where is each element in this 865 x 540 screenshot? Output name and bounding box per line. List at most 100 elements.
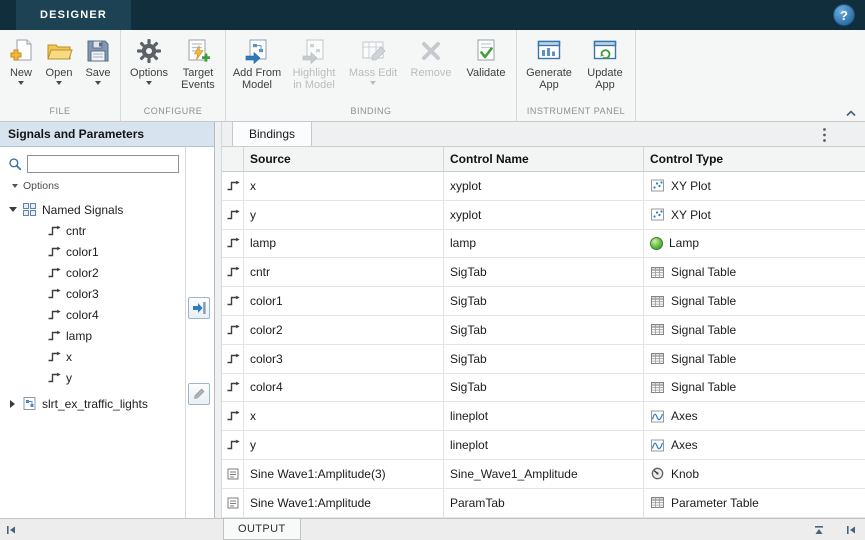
column-header-source[interactable]: Source [244, 147, 444, 171]
row-source: color2 [244, 316, 444, 344]
tree-item-label: cntr [66, 224, 86, 238]
table-row[interactable]: color2 SigTab Signal Table [222, 316, 865, 345]
table-row[interactable]: color3 SigTab Signal Table [222, 345, 865, 374]
tree-item-named-signals[interactable]: Named Signals [0, 199, 185, 220]
update-app-button[interactable]: Update App [578, 30, 632, 104]
column-header-control-name[interactable]: Control Name [444, 147, 644, 171]
signal-icon [226, 438, 240, 452]
row-control-name: xyplot [444, 201, 644, 229]
signal-table-icon [650, 322, 665, 337]
ribbon-section-label: FILE [3, 104, 117, 121]
expander-open-icon[interactable] [9, 207, 17, 212]
signal-table-icon [650, 380, 665, 395]
expander-closed-icon[interactable] [10, 400, 15, 408]
tree-item-signal[interactable]: color4 [0, 304, 185, 325]
add-from-model-button[interactable]: Add From Model [229, 30, 285, 104]
save-button[interactable]: Save [79, 30, 117, 104]
tree-item-signal[interactable]: color2 [0, 262, 185, 283]
chevron-down-icon [18, 81, 24, 85]
signal-icon [226, 380, 240, 394]
tab-bindings[interactable]: Bindings [232, 121, 312, 146]
tree-item-signal[interactable]: x [0, 346, 185, 367]
sidebar-gutter [186, 147, 214, 518]
signal-icon [226, 236, 240, 250]
ribbon-section-label: BINDING [229, 104, 513, 121]
highlight-in-model-button[interactable]: Highlight in Model [285, 30, 343, 104]
tab-designer[interactable]: DESIGNER [16, 0, 131, 30]
bindings-tab-bar: Bindings [222, 122, 865, 147]
xy-plot-icon [650, 178, 665, 193]
row-source: Sine Wave1:Amplitude(3) [244, 460, 444, 488]
target-events-button[interactable]: Target Events [174, 30, 222, 104]
collapse-up-icon[interactable] [813, 524, 825, 536]
table-row[interactable]: x xyplot XY Plot [222, 172, 865, 201]
row-source: Sine Wave1:Amplitude [244, 489, 444, 517]
table-row[interactable]: color4 SigTab Signal Table [222, 374, 865, 403]
row-control-name: xyplot [444, 172, 644, 200]
row-control-type: Parameter Table [671, 496, 759, 510]
search-input[interactable] [27, 155, 179, 173]
add-binding-button[interactable] [188, 297, 210, 319]
ribbon-section-file: New Open Save FILE [0, 30, 121, 121]
table-row[interactable]: x lineplot Axes [222, 402, 865, 431]
row-control-name: Sine_Wave1_Amplitude [444, 460, 644, 488]
top-tab-bar: DESIGNER ? [0, 0, 865, 30]
new-button[interactable]: New [3, 30, 39, 104]
table-row[interactable]: y xyplot XY Plot [222, 201, 865, 230]
row-control-type: XY Plot [671, 208, 711, 222]
tree-item-label: color3 [66, 287, 99, 301]
tree-item-signal[interactable]: color1 [0, 241, 185, 262]
chevron-down-icon [370, 81, 376, 85]
search-options-dropdown[interactable]: Options [0, 177, 185, 199]
validate-button[interactable]: Validate [459, 30, 513, 104]
tree-item-label: x [66, 350, 72, 364]
target-events-icon [184, 37, 212, 65]
row-source: x [244, 172, 444, 200]
tree-item-signal[interactable]: y [0, 367, 185, 388]
open-button[interactable]: Open [39, 30, 79, 104]
edit-binding-button[interactable] [188, 383, 210, 405]
remove-button[interactable]: Remove [403, 30, 459, 104]
collapse-right-icon[interactable] [845, 524, 857, 536]
row-control-name: lamp [444, 230, 644, 258]
bind-arrow-icon [191, 300, 207, 316]
table-row[interactable]: lamp lamp Lamp [222, 230, 865, 259]
row-control-name: lineplot [444, 431, 644, 459]
ribbon-section-binding: Add From Model Highlight in Model Mass E… [226, 30, 517, 121]
row-control-type: XY Plot [671, 179, 711, 193]
tree-item-model[interactable]: slrt_ex_traffic_lights [0, 393, 185, 414]
table-row[interactable]: y lineplot Axes [222, 431, 865, 460]
table-row[interactable]: Sine Wave1:Amplitude ParamTab Parameter … [222, 489, 865, 518]
ribbon-section-label: CONFIGURE [124, 104, 222, 121]
tree-item-signal[interactable]: color3 [0, 283, 185, 304]
table-row[interactable]: color1 SigTab Signal Table [222, 287, 865, 316]
signal-icon [47, 245, 61, 259]
table-header: Source Control Name Control Type [222, 147, 865, 172]
help-button[interactable]: ? [833, 4, 855, 26]
generate-app-button[interactable]: Generate App [520, 30, 578, 104]
table-row[interactable]: Sine Wave1:Amplitude(3) Sine_Wave1_Ampli… [222, 460, 865, 489]
options-button[interactable]: Options [124, 30, 174, 104]
row-source: y [244, 431, 444, 459]
kebab-menu-icon[interactable] [822, 127, 827, 143]
signal-table-icon [650, 265, 665, 280]
row-control-type: Signal Table [671, 380, 736, 394]
row-control-name: SigTab [444, 258, 644, 286]
signal-icon [47, 329, 61, 343]
simulink-model-icon [22, 396, 37, 411]
tree-item-signal[interactable]: lamp [0, 325, 185, 346]
row-source: color4 [244, 374, 444, 402]
row-control-type: Signal Table [671, 352, 736, 366]
tab-output[interactable]: OUTPUT [223, 519, 301, 540]
search-icon [8, 156, 22, 172]
column-header-control-type[interactable]: Control Type [644, 147, 865, 171]
remove-icon [417, 37, 445, 65]
tree-item-signal[interactable]: cntr [0, 220, 185, 241]
gear-icon [135, 37, 163, 65]
mass-edit-button[interactable]: Mass Edit [343, 30, 403, 104]
table-row[interactable]: cntr SigTab Signal Table [222, 258, 865, 287]
row-control-type: Signal Table [671, 265, 736, 279]
panel-splitter[interactable] [215, 122, 222, 518]
ribbon-collapse-icon[interactable] [845, 109, 857, 117]
collapse-left-icon[interactable] [5, 524, 17, 536]
